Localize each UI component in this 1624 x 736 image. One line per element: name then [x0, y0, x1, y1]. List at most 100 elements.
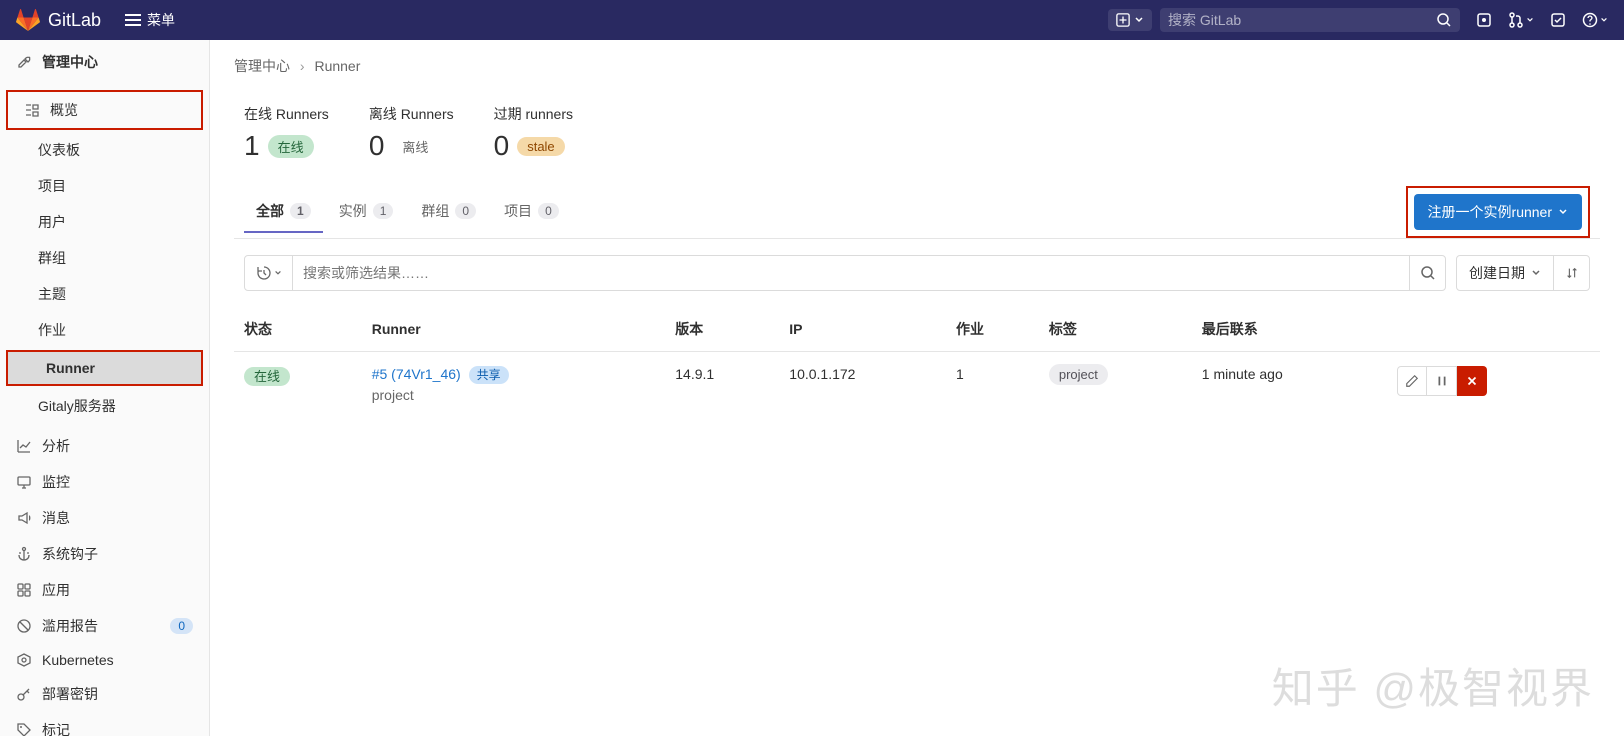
online-badge: 在线 [268, 135, 314, 158]
pencil-icon [1405, 374, 1419, 388]
stat-online: 在线 Runners 1 在线 [244, 104, 329, 162]
filter-input[interactable] [293, 256, 1409, 290]
sidebar-item-kubernetes[interactable]: Kubernetes [0, 644, 209, 676]
global-search[interactable] [1160, 8, 1460, 32]
menu-label: 菜单 [147, 10, 175, 30]
tab-project[interactable]: 项目 0 [492, 191, 571, 233]
sort-controls: 创建日期 [1456, 255, 1590, 291]
help-icon[interactable] [1582, 12, 1608, 28]
tabs-row: 全部 1 实例 1 群组 0 项目 0 [234, 186, 1600, 239]
top-navbar: GitLab 菜单 [0, 0, 1624, 40]
abuse-icon [16, 618, 32, 634]
sidebar-item-groups[interactable]: 群组 [0, 240, 209, 276]
search-input[interactable] [1168, 12, 1436, 28]
th-version: 版本 [665, 307, 779, 352]
search-icon [1420, 265, 1436, 281]
cell-ip: 10.0.1.172 [779, 352, 946, 418]
apps-icon [16, 582, 32, 598]
merge-requests-icon[interactable] [1508, 12, 1534, 28]
cell-jobs: 1 [946, 352, 1039, 418]
sidebar-item-apps[interactable]: 应用 [0, 572, 209, 608]
tag-chip: project [1049, 364, 1108, 385]
megaphone-icon [16, 510, 32, 526]
overview-icon [24, 102, 40, 118]
sidebar-item-monitoring[interactable]: 监控 [0, 464, 209, 500]
kubernetes-icon [16, 652, 32, 668]
sidebar-title: 管理中心 [42, 52, 98, 72]
chevron-down-icon [1134, 15, 1144, 25]
admin-sidebar: 管理中心 概览 仪表板 项目 用户 群组 主题 作业 Runner Gitaly… [0, 40, 210, 736]
chevron-down-icon [1526, 16, 1534, 24]
filter-row: 创建日期 [234, 239, 1600, 307]
abuse-count-badge: 0 [170, 618, 193, 634]
filter-search-button[interactable] [1409, 256, 1445, 290]
sidebar-item-analytics[interactable]: 分析 [0, 428, 209, 464]
sidebar-item-topics[interactable]: 主题 [0, 276, 209, 312]
search-icon [1436, 12, 1452, 28]
tab-all[interactable]: 全部 1 [244, 191, 323, 233]
tab-instance[interactable]: 实例 1 [327, 191, 406, 233]
chevron-down-icon [1531, 268, 1541, 278]
sort-direction-button[interactable] [1553, 256, 1589, 290]
create-new-button[interactable] [1108, 9, 1152, 31]
hamburger-icon [125, 14, 141, 26]
sidebar-item-messages[interactable]: 消息 [0, 500, 209, 536]
brand-name[interactable]: GitLab [48, 10, 101, 31]
sidebar-item-projects[interactable]: 项目 [0, 168, 209, 204]
stat-stale: 过期 runners 0 stale [494, 104, 573, 162]
todos-icon[interactable] [1542, 4, 1574, 36]
watermark: 知乎 @极智视界 [1272, 655, 1594, 716]
sidebar-item-gitaly[interactable]: Gitaly服务器 [0, 388, 209, 424]
history-button[interactable] [245, 256, 293, 290]
runner-description: project [372, 387, 656, 403]
issues-icon[interactable] [1468, 4, 1500, 36]
gitlab-logo-icon[interactable] [16, 8, 40, 32]
monitor-icon [16, 474, 32, 490]
wrench-icon [16, 54, 32, 70]
offline-badge: 离线 [392, 135, 438, 158]
sort-icon [1565, 266, 1579, 280]
sidebar-header: 管理中心 [0, 40, 209, 84]
sidebar-item-abuse[interactable]: 滥用报告 0 [0, 608, 209, 644]
sidebar-item-jobs[interactable]: 作业 [0, 312, 209, 348]
chevron-down-icon [1558, 207, 1568, 217]
chevron-right-icon: › [300, 58, 305, 74]
status-badge: 在线 [244, 367, 290, 386]
stat-offline: 离线 Runners 0 离线 [369, 104, 454, 162]
tag-icon [16, 722, 32, 736]
runner-stats: 在线 Runners 1 在线 离线 Runners 0 离线 过期 runne… [234, 88, 1600, 186]
chevron-down-icon [1600, 16, 1608, 24]
shared-badge: 共享 [469, 366, 509, 384]
chevron-down-icon [274, 269, 282, 277]
sidebar-item-runner[interactable]: Runner [8, 352, 201, 384]
chart-icon [16, 438, 32, 454]
sidebar-item-users[interactable]: 用户 [0, 204, 209, 240]
tab-group[interactable]: 群组 0 [409, 191, 488, 233]
sidebar-label: 概览 [50, 100, 78, 120]
th-ip: IP [779, 307, 946, 352]
plus-icon [1116, 13, 1130, 27]
close-icon [1465, 374, 1479, 388]
th-status: 状态 [234, 307, 362, 352]
edit-button[interactable] [1397, 366, 1427, 396]
th-tags: 标签 [1039, 307, 1192, 352]
breadcrumb: 管理中心 › Runner [210, 40, 1624, 88]
sidebar-item-overview[interactable]: 概览 [8, 92, 201, 128]
breadcrumb-root[interactable]: 管理中心 [234, 58, 290, 74]
runner-link[interactable]: #5 (74Vr1_46) [372, 366, 461, 382]
th-jobs: 作业 [946, 307, 1039, 352]
register-runner-button[interactable]: 注册一个实例runner [1414, 194, 1582, 230]
sidebar-item-deploy-keys[interactable]: 部署密钥 [0, 676, 209, 712]
sidebar-item-dashboard[interactable]: 仪表板 [0, 132, 209, 168]
sidebar-item-labels[interactable]: 标记 [0, 712, 209, 736]
sidebar-item-hooks[interactable]: 系统钩子 [0, 536, 209, 572]
sort-dropdown[interactable]: 创建日期 [1457, 256, 1553, 290]
main-content: 管理中心 › Runner 在线 Runners 1 在线 离线 Runners… [210, 40, 1624, 736]
th-last-contact: 最后联系 [1192, 307, 1387, 352]
delete-button[interactable] [1457, 366, 1487, 396]
runners-table: 状态 Runner 版本 IP 作业 标签 最后联系 在线 #5 (74 [234, 307, 1600, 417]
key-icon [16, 686, 32, 702]
pause-button[interactable] [1427, 366, 1457, 396]
anchor-icon [16, 546, 32, 562]
menu-toggle[interactable]: 菜单 [125, 10, 175, 30]
